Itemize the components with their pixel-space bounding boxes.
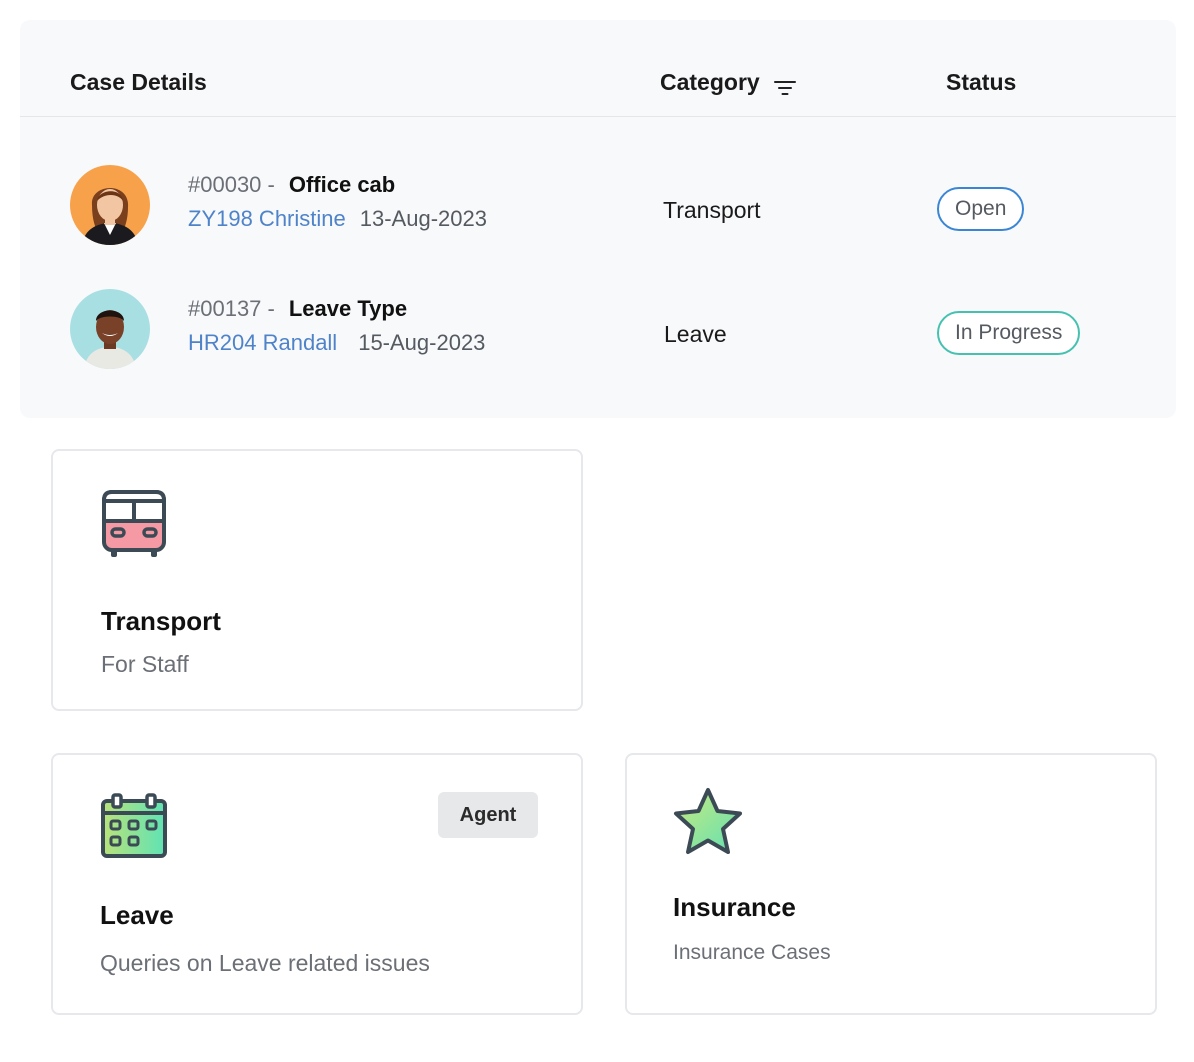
avatar bbox=[70, 289, 150, 369]
column-header-status: Status bbox=[946, 69, 1017, 95]
status-badge: Open bbox=[937, 187, 1025, 231]
case-heading: #00137 - Leave Type bbox=[188, 296, 407, 322]
case-table: Case Details Category Status #00030 - Of… bbox=[20, 20, 1176, 418]
case-user-link[interactable]: HR204 Randall bbox=[188, 330, 337, 356]
case-meta: ZY198 Christine 13-Aug-2023 bbox=[188, 206, 487, 232]
case-id: #00137 - bbox=[188, 296, 275, 321]
column-header-category: Category bbox=[660, 69, 796, 96]
case-date: 13-Aug-2023 bbox=[359, 206, 487, 231]
case-title[interactable]: Leave Type bbox=[289, 296, 407, 322]
case-user-link[interactable]: ZY198 Christine bbox=[188, 206, 346, 232]
case-meta: HR204 Randall 15-Aug-2023 bbox=[188, 330, 485, 356]
category-card-transport[interactable]: Transport For Staff bbox=[51, 449, 583, 711]
bus-icon bbox=[101, 489, 167, 559]
card-title: Leave bbox=[100, 900, 174, 930]
column-header-category-label: Category bbox=[660, 69, 760, 95]
case-heading: #00030 - Office cab bbox=[188, 172, 395, 198]
column-header-case-details: Case Details bbox=[70, 69, 207, 95]
card-title: Insurance bbox=[673, 892, 796, 922]
case-date: 15-Aug-2023 bbox=[358, 330, 486, 355]
case-id: #00030 - bbox=[188, 172, 275, 197]
calendar-icon bbox=[100, 793, 168, 859]
card-subtitle: For Staff bbox=[101, 651, 189, 677]
case-category: Leave bbox=[664, 321, 727, 347]
category-card-leave[interactable]: Agent Leave Queries on Leave related iss… bbox=[51, 753, 583, 1015]
case-category: Transport bbox=[663, 197, 761, 223]
table-header: Case Details Category Status bbox=[20, 20, 1176, 117]
table-row[interactable]: #00137 - Leave Type HR204 Randall 15-Aug… bbox=[20, 289, 1176, 379]
category-card-insurance[interactable]: Insurance Insurance Cases bbox=[625, 753, 1157, 1015]
status-badge: In Progress bbox=[937, 311, 1081, 355]
case-title[interactable]: Office cab bbox=[289, 172, 395, 198]
card-subtitle: Insurance Cases bbox=[673, 941, 831, 964]
table-row[interactable]: #00030 - Office cab ZY198 Christine 13-A… bbox=[20, 165, 1176, 255]
star-icon bbox=[671, 786, 745, 858]
avatar bbox=[70, 165, 150, 245]
card-title: Transport bbox=[101, 606, 221, 636]
card-subtitle: Queries on Leave related issues bbox=[100, 950, 430, 976]
agent-tag: Agent bbox=[438, 792, 538, 838]
filter-icon[interactable] bbox=[773, 76, 796, 95]
